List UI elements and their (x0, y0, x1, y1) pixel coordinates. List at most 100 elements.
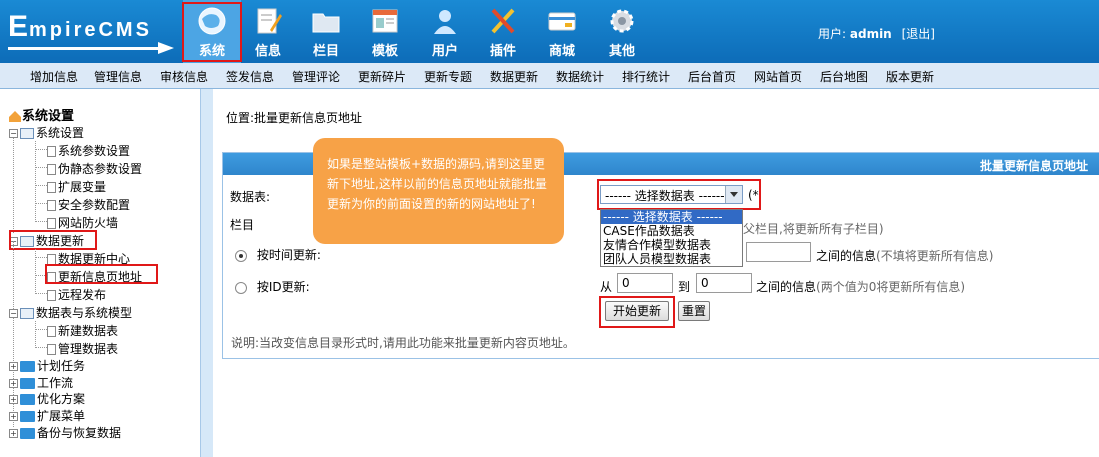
note-text: 说明:当改变信息目录形式时,请用此功能来批量更新内容页地址。 (231, 336, 575, 350)
page-icon (47, 200, 56, 211)
page-icon (47, 290, 56, 301)
annotation-box-update-info-url (45, 264, 158, 284)
top-header: EmpireCMS 系统 信息 栏目 模板 用户 插件 商城 其他 用户: ad… (0, 0, 1099, 63)
annotation-box-table-select (597, 179, 761, 210)
folder-icon (20, 361, 35, 372)
logo-arrow-icon (158, 42, 174, 54)
tools-icon (491, 8, 515, 34)
menu-item[interactable]: 网站首页 (754, 68, 802, 85)
quick-menu: 增加信息 管理信息 审核信息 签发信息 管理评论 更新碎片 更新专题 数据更新 … (0, 63, 1099, 89)
id-update-radio[interactable] (235, 281, 247, 294)
menu-item[interactable]: 后台首页 (688, 68, 736, 85)
breadcrumb: 位置:批量更新信息页地址 (226, 111, 363, 125)
page-icon (47, 218, 56, 229)
table-dropdown-list[interactable]: ------ 选择数据表 ------ CASE作品数据表 友情合作模型数据表 … (600, 209, 743, 267)
empirecms-logo[interactable]: EmpireCMS (8, 10, 178, 54)
to-id-input[interactable]: 0 (696, 273, 752, 293)
collapse-icon[interactable]: − (9, 309, 18, 318)
annotation-box-data-update (9, 230, 97, 250)
tree-node-system-settings[interactable]: − 系统设置 (9, 124, 84, 141)
menu-item[interactable]: 更新碎片 (358, 68, 406, 85)
page-icon (47, 326, 56, 337)
tree-item[interactable]: 扩展变量 (47, 178, 106, 195)
menu-item[interactable]: 管理评论 (292, 68, 340, 85)
tree-folder[interactable]: + 计划任务 (9, 357, 85, 374)
id-update-row: 按ID更新: (235, 278, 310, 295)
expand-icon[interactable]: + (9, 362, 18, 371)
from-id-input[interactable]: 0 (617, 273, 673, 293)
time-update-radio[interactable] (235, 249, 247, 262)
nav-column[interactable]: 栏目 (297, 0, 355, 63)
menu-item[interactable]: 审核信息 (160, 68, 208, 85)
menu-item[interactable]: 管理信息 (94, 68, 142, 85)
edit-icon (257, 8, 282, 34)
time-update-row: 按时间更新: (235, 246, 321, 263)
menu-item[interactable]: 排行统计 (622, 68, 670, 85)
table-label: 数据表: (230, 190, 271, 204)
menu-item[interactable]: 后台地图 (820, 68, 868, 85)
end-time-input[interactable] (746, 242, 811, 262)
nav-user[interactable]: 用户 (416, 0, 474, 63)
menu-item[interactable]: 数据更新 (490, 68, 538, 85)
expand-icon[interactable]: + (9, 379, 18, 388)
expand-icon[interactable]: + (9, 412, 18, 421)
menu-item[interactable]: 增加信息 (30, 68, 78, 85)
gear-icon (610, 9, 634, 33)
tree-item[interactable]: 管理数据表 (47, 340, 118, 357)
tree-item[interactable]: 安全参数配置 (47, 196, 130, 213)
menu-item[interactable]: 数据统计 (556, 68, 604, 85)
tree-node-tables[interactable]: − 数据表与系统模型 (9, 304, 132, 321)
card-icon (548, 12, 576, 31)
dropdown-option[interactable]: ------ 选择数据表 ------ (601, 210, 742, 224)
expand-icon[interactable]: + (9, 429, 18, 438)
column-label: 栏目 (230, 218, 255, 232)
collapse-icon[interactable]: − (9, 129, 18, 138)
time-hint: 之间的信息(不填将更新所有信息) (816, 249, 994, 263)
dropdown-option[interactable]: 团队人员模型数据表 (601, 252, 742, 266)
column-hint: 父栏目,将更新所有子栏目) (743, 222, 884, 236)
tree-item[interactable]: 系统参数设置 (47, 142, 130, 159)
tree-folder[interactable]: + 备份与恢复数据 (9, 424, 121, 441)
tree-item[interactable]: 新建数据表 (47, 322, 118, 339)
nav-other[interactable]: 其他 (593, 0, 651, 63)
annotation-callout: 如果是整站模板+数据的源码,请到这里更新下地址,这样以前的信息页地址就能批量更新… (313, 138, 564, 244)
tree-folder[interactable]: + 扩展菜单 (9, 407, 85, 424)
annotation-box-start-button (599, 296, 675, 328)
folder-icon (20, 394, 35, 405)
tree-folder[interactable]: + 工作流 (9, 374, 73, 391)
menu-item[interactable]: 更新专题 (424, 68, 472, 85)
nav-mall[interactable]: 商城 (533, 0, 591, 63)
window-icon (20, 308, 34, 319)
id-hint: 之间的信息(两个值为0将更新所有信息) (756, 280, 966, 294)
page-icon (47, 344, 56, 355)
home-icon (9, 111, 21, 122)
tree-item[interactable]: 伪静态参数设置 (47, 160, 142, 177)
tree-item[interactable]: 网站防火墙 (47, 214, 118, 231)
left-tree: 系统设置 − 系统设置 系统参数设置 伪静态参数设置 扩展变量 安全参数配置 网站… (0, 89, 200, 457)
from-label: 从 (600, 280, 613, 294)
tree-root: 系统设置 (8, 105, 74, 124)
page-icon (47, 146, 56, 157)
annotation-box-nav-system (182, 2, 242, 62)
menu-item[interactable]: 版本更新 (886, 68, 934, 85)
tree-folder[interactable]: + 优化方案 (9, 390, 85, 407)
user-icon (434, 10, 456, 34)
page-icon (47, 182, 56, 193)
template-icon (372, 9, 398, 33)
menu-item[interactable]: 签发信息 (226, 68, 274, 85)
folder-icon (20, 411, 35, 422)
window-icon (20, 128, 34, 139)
nav-plugin[interactable]: 插件 (474, 0, 532, 63)
logout-link[interactable]: [退出] (902, 27, 935, 41)
nav-template[interactable]: 模板 (356, 0, 414, 63)
dropdown-option[interactable]: 友情合作模型数据表 (601, 238, 742, 252)
folder-icon (20, 428, 35, 439)
tree-item[interactable]: 远程发布 (47, 286, 106, 303)
pane-splitter[interactable] (200, 89, 213, 457)
expand-icon[interactable]: + (9, 395, 18, 404)
reset-button[interactable]: 重置 (678, 301, 710, 321)
page-icon (47, 164, 56, 175)
username: admin (849, 27, 892, 41)
dropdown-option[interactable]: CASE作品数据表 (601, 224, 742, 238)
nav-info[interactable]: 信息 (239, 0, 297, 63)
